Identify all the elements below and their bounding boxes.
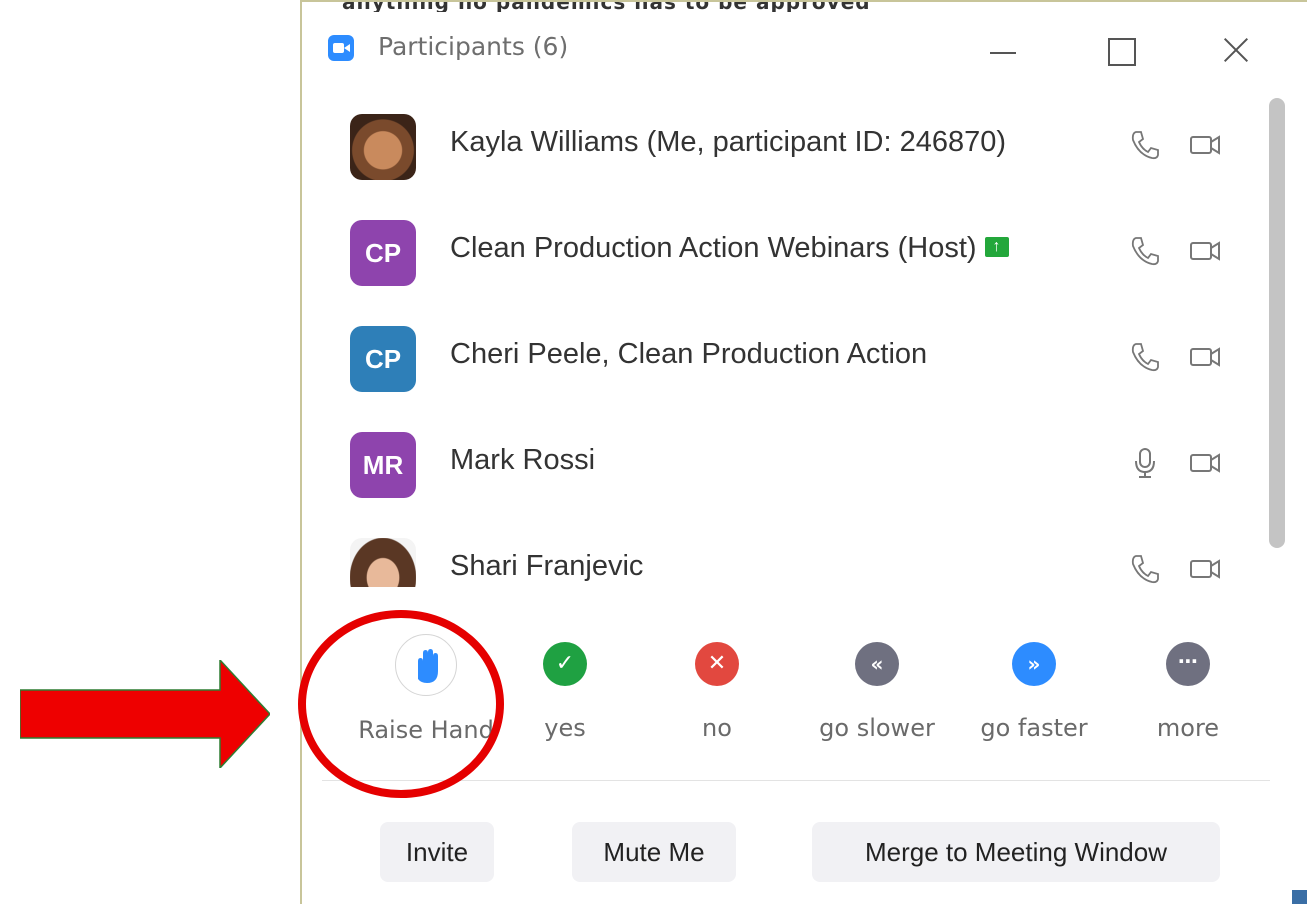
zoom-camera-icon [328,35,354,61]
more-button[interactable]: ⋯ more [1138,642,1238,742]
nonverbal-feedback-bar: Raise Hand ✓ yes ✕ no « go slower » go f… [302,634,1302,772]
maximize-icon[interactable] [1102,28,1142,68]
video-off-icon[interactable] [1188,446,1222,480]
background-window-strip: anything no pandemics has to be approved [302,2,1307,12]
participant-name: Kayla Williams (Me, participant ID: 2468… [450,126,1007,158]
participant-row[interactable]: CP Cheri Peele, Clean Production Action [302,318,1262,398]
taskbar-edge [1292,890,1307,904]
participants-window: anything no pandemics has to be approved… [300,0,1307,904]
window-title: Participants (6) [378,32,569,61]
participant-name: Clean Production Action Webinars (Host) ↑ [450,232,1009,265]
merge-to-meeting-window-button[interactable]: Merge to Meeting Window [812,822,1220,882]
raise-hand-button[interactable]: Raise Hand [356,634,496,744]
phone-icon[interactable] [1128,234,1162,268]
participant-name: Shari Franjevic [450,550,644,582]
no-button[interactable]: ✕ no [672,642,762,742]
video-off-icon[interactable] [1188,340,1222,374]
microphone-icon[interactable] [1128,446,1162,480]
scrollbar[interactable] [1264,92,1290,587]
red-arrow-annotation [20,660,270,768]
minimize-icon[interactable] [982,28,1022,68]
video-off-icon[interactable] [1188,234,1222,268]
scrollbar-thumb[interactable] [1269,98,1285,548]
reaction-label: go slower [819,714,935,742]
avatar: CP [350,220,416,286]
avatar [350,114,416,180]
mute-me-button[interactable]: Mute Me [572,822,736,882]
participant-name-text: Clean Production Action Webinars (Host) [450,232,977,264]
yes-button[interactable]: ✓ yes [520,642,610,742]
phone-icon[interactable] [1128,340,1162,374]
fast-forward-icon: » [1012,642,1056,686]
checkmark-icon: ✓ [543,642,587,686]
ellipsis-icon: ⋯ [1166,642,1210,686]
reaction-label: no [702,714,732,742]
participant-row[interactable]: Kayla Williams (Me, participant ID: 2468… [302,106,1262,186]
phone-icon[interactable] [1128,552,1162,586]
video-off-icon[interactable] [1188,552,1222,586]
close-icon[interactable] [1217,28,1257,68]
avatar: CP [350,326,416,392]
background-text: anything no pandemics has to be approved [342,2,871,12]
go-faster-button[interactable]: » go faster [964,642,1104,742]
participant-name: Mark Rossi [450,444,596,476]
avatar: MR [350,432,416,498]
rewind-icon: « [855,642,899,686]
participant-list[interactable]: Kayla Williams (Me, participant ID: 2468… [302,92,1262,587]
x-icon: ✕ [695,642,739,686]
reaction-label: more [1156,714,1220,742]
avatar [350,538,416,587]
title-bar: Participants (6) [302,24,1307,74]
screen-share-icon: ↑ [984,237,1009,258]
reaction-label: yes [544,714,586,742]
reaction-label: Raise Hand [358,716,494,744]
participant-row[interactable]: CP Clean Production Action Webinars (Hos… [302,212,1262,292]
phone-icon[interactable] [1128,128,1162,162]
divider [322,780,1270,781]
participant-row[interactable]: MR Mark Rossi [302,424,1262,504]
reaction-label: go faster [980,714,1088,742]
go-slower-button[interactable]: « go slower [802,642,952,742]
raise-hand-icon [395,634,457,696]
invite-button[interactable]: Invite [380,822,494,882]
participant-row[interactable]: Shari Franjevic [302,530,1262,587]
participant-name: Cheri Peele, Clean Production Action [450,338,928,370]
video-off-icon[interactable] [1188,128,1222,162]
